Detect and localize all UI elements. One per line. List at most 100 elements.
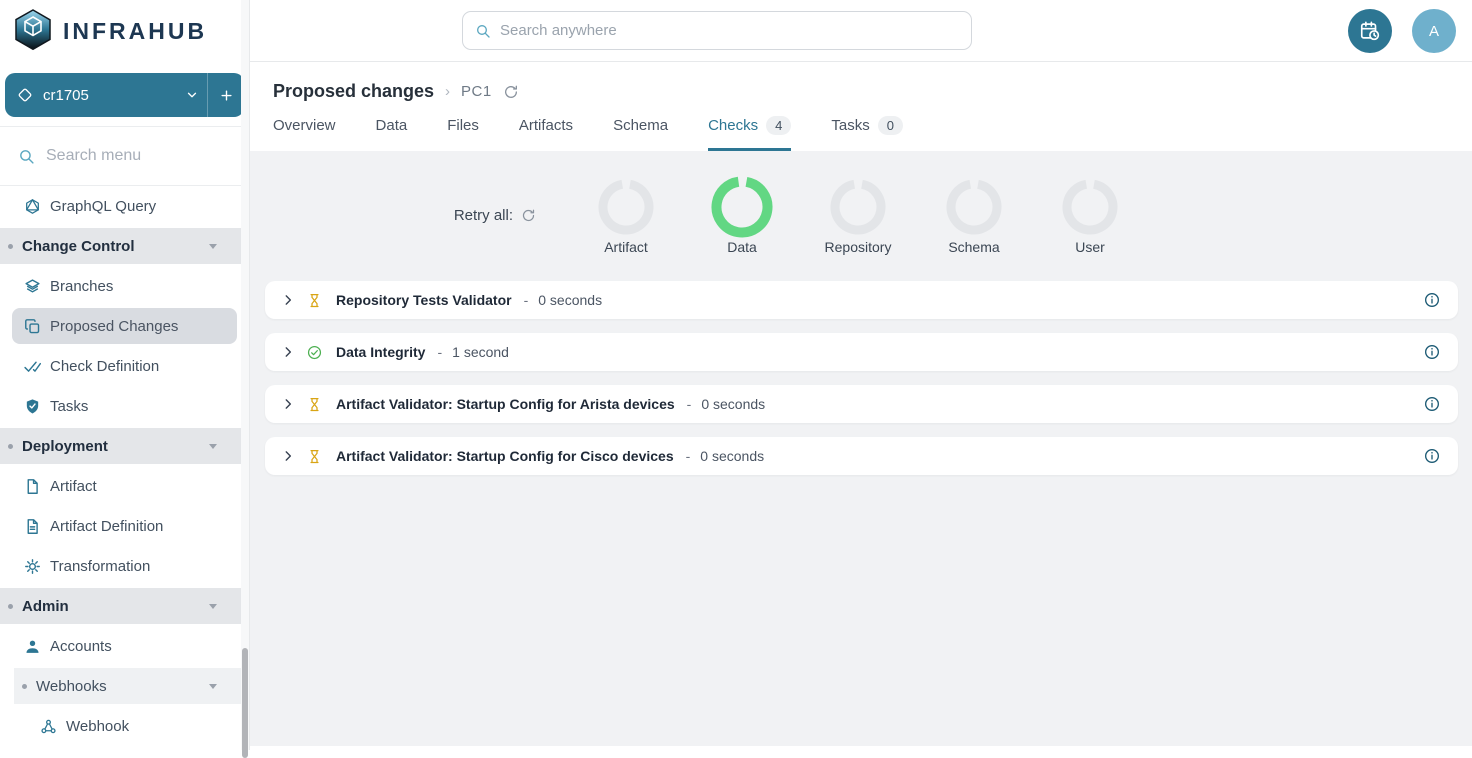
- sidebar-item-tasks[interactable]: Tasks: [0, 386, 249, 426]
- sidebar-item-label: Branches: [50, 278, 113, 295]
- sidebar-scrollbar-thumb[interactable]: [242, 648, 248, 758]
- sidebar-section-label: Change Control: [22, 238, 135, 255]
- check-category-user[interactable]: User: [1032, 175, 1148, 255]
- chevron-down-icon: [185, 88, 199, 102]
- hourglass-icon: [307, 397, 322, 412]
- info-icon[interactable]: [1424, 396, 1440, 412]
- sidebar-menu: GraphQL Query Change Control Branches: [0, 186, 249, 746]
- sidebar-item-transformation[interactable]: Transformation: [0, 546, 249, 586]
- validator-name: Repository Tests Validator: [336, 292, 512, 308]
- add-branch-button[interactable]: [208, 73, 244, 117]
- sidebar-item-accounts[interactable]: Accounts: [0, 626, 249, 666]
- checks-panel: Retry all: Artifact Data: [250, 151, 1472, 746]
- category-label: Schema: [948, 239, 999, 255]
- search-icon: [475, 23, 491, 39]
- check-category-artifact[interactable]: Artifact: [568, 175, 684, 255]
- chevron-down-icon: [209, 444, 217, 449]
- info-icon[interactable]: [1424, 292, 1440, 308]
- schedule-button[interactable]: [1348, 9, 1392, 53]
- chevron-right-icon[interactable]: [281, 397, 295, 411]
- check-category-repository[interactable]: Repository: [800, 175, 916, 255]
- sidebar-scrollbar-track[interactable]: [241, 0, 249, 750]
- sidebar-item-check-definition[interactable]: Check Definition: [0, 346, 249, 386]
- tab-schema[interactable]: Schema: [613, 116, 668, 151]
- separator: -: [687, 396, 692, 412]
- bullet-icon: [8, 244, 13, 249]
- tab-data[interactable]: Data: [376, 116, 408, 151]
- global-search-input[interactable]: [500, 22, 971, 39]
- sidebar-section-label: Deployment: [22, 438, 108, 455]
- chevron-down-icon: [209, 244, 217, 249]
- validator-list: Repository Tests Validator - 0 seconds: [250, 281, 1472, 475]
- tab-label: Data: [376, 117, 408, 134]
- breadcrumb-chevron-icon: ›: [445, 83, 450, 100]
- app-logo[interactable]: INFRAHUB: [0, 0, 249, 62]
- sidebar-item-artifact-definition[interactable]: Artifact Definition: [0, 506, 249, 546]
- sidebar-section-label: Admin: [22, 598, 69, 615]
- search-icon: [18, 148, 35, 165]
- double-check-icon: [24, 358, 41, 375]
- sidebar-item-proposed-changes[interactable]: Proposed Changes: [12, 308, 237, 344]
- sidebar-item-label: Tasks: [50, 398, 88, 415]
- sidebar-item-label: Check Definition: [50, 358, 159, 375]
- sidebar-item-branches[interactable]: Branches: [0, 266, 249, 306]
- check-category-schema[interactable]: Schema: [916, 175, 1032, 255]
- person-icon: [24, 638, 41, 655]
- validator-name: Data Integrity: [336, 344, 425, 360]
- tab-label: Files: [447, 117, 479, 134]
- sidebar: INFRAHUB cr1705: [0, 0, 250, 750]
- sidebar-item-graphql-query[interactable]: GraphQL Query: [0, 186, 249, 226]
- retry-all-button[interactable]: [521, 208, 536, 223]
- graphql-icon: [24, 198, 41, 215]
- validator-row-data-integrity[interactable]: Data Integrity - 1 second: [265, 333, 1458, 371]
- info-icon[interactable]: [1424, 344, 1440, 360]
- chevron-right-icon[interactable]: [281, 449, 295, 463]
- refresh-icon[interactable]: [503, 84, 519, 100]
- category-label: User: [1075, 239, 1105, 255]
- tab-checks[interactable]: Checks 4: [708, 116, 791, 151]
- page-title[interactable]: Proposed changes: [273, 81, 434, 102]
- sidebar-section-admin[interactable]: Admin: [0, 588, 249, 624]
- branch-name: cr1705: [43, 87, 89, 104]
- branch-icon: [17, 87, 33, 103]
- category-label: Data: [727, 239, 757, 255]
- validator-row-artifact-arista[interactable]: Artifact Validator: Startup Config for A…: [265, 385, 1458, 423]
- infrahub-logo-icon: [13, 9, 53, 53]
- sidebar-item-label: Proposed Changes: [50, 318, 178, 335]
- tab-artifacts[interactable]: Artifacts: [519, 116, 573, 151]
- sidebar-section-label: Webhooks: [36, 678, 107, 695]
- tab-tasks[interactable]: Tasks 0: [831, 116, 903, 151]
- sidebar-section-webhooks[interactable]: Webhooks: [14, 668, 249, 704]
- sidebar-item-label: Artifact: [50, 478, 97, 495]
- branch-selector[interactable]: cr1705: [5, 73, 244, 117]
- menu-search[interactable]: [0, 127, 249, 185]
- tab-overview[interactable]: Overview: [273, 116, 336, 151]
- branch-selector-current[interactable]: cr1705: [5, 73, 207, 117]
- validator-row-repository-tests[interactable]: Repository Tests Validator - 0 seconds: [265, 281, 1458, 319]
- sidebar-item-webhook[interactable]: Webhook: [0, 706, 249, 746]
- avatar[interactable]: A: [1412, 9, 1456, 53]
- chevron-right-icon[interactable]: [281, 293, 295, 307]
- app-name: INFRAHUB: [63, 18, 207, 45]
- calendar-clock-icon: [1359, 20, 1381, 42]
- hourglass-icon: [307, 449, 322, 464]
- chevron-right-icon[interactable]: [281, 345, 295, 359]
- sidebar-section-deployment[interactable]: Deployment: [0, 428, 249, 464]
- shield-check-icon: [24, 398, 41, 415]
- check-category-data[interactable]: Data: [684, 175, 800, 255]
- tab-label: Artifacts: [519, 117, 573, 134]
- menu-search-input[interactable]: [46, 147, 226, 165]
- validator-row-artifact-cisco[interactable]: Artifact Validator: Startup Config for C…: [265, 437, 1458, 475]
- validator-name: Artifact Validator: Startup Config for A…: [336, 396, 675, 412]
- breadcrumb-current: PC1: [461, 83, 492, 100]
- tab-label: Overview: [273, 117, 336, 134]
- sidebar-item-label: Artifact Definition: [50, 518, 163, 535]
- info-icon[interactable]: [1424, 448, 1440, 464]
- category-label: Artifact: [604, 239, 648, 255]
- main-area: A Proposed changes › PC1 Overview Data F…: [250, 0, 1472, 750]
- global-search[interactable]: [462, 11, 972, 50]
- sidebar-item-artifact[interactable]: Artifact: [0, 466, 249, 506]
- tab-files[interactable]: Files: [447, 116, 479, 151]
- sidebar-section-change-control[interactable]: Change Control: [0, 228, 249, 264]
- bullet-icon: [8, 604, 13, 609]
